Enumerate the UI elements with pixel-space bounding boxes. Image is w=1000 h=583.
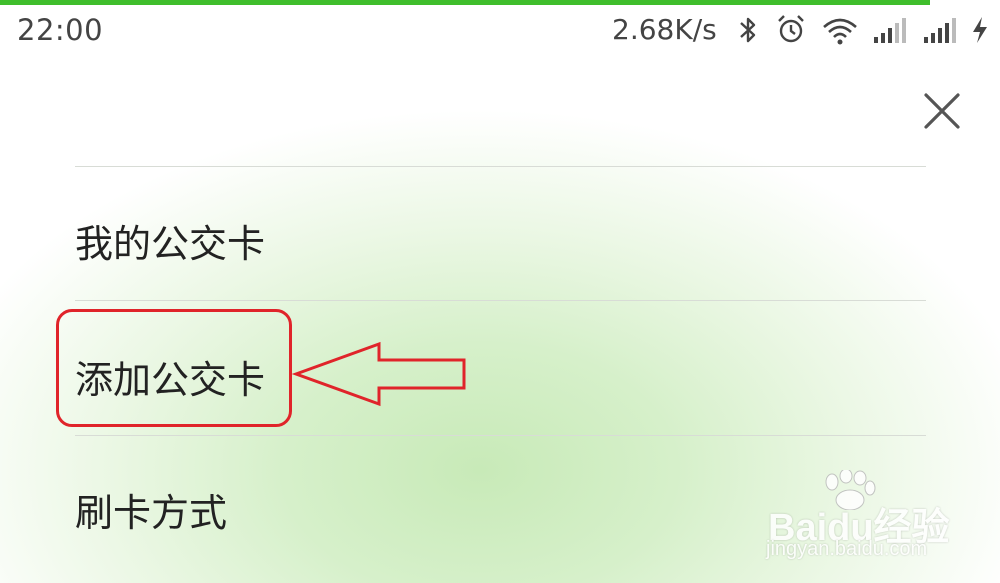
status-bar: 22:00 2.68K/s	[0, 5, 1000, 53]
alarm-icon	[778, 15, 804, 43]
watermark-url: jingyan.baidu.com	[766, 538, 928, 560]
charging-icon	[973, 17, 987, 43]
signal-icon	[924, 18, 956, 43]
bluetooth-icon	[740, 17, 756, 43]
annotation-arrow	[292, 341, 466, 407]
baidu-jingyan-watermark: Baidu经验 jingyan.baidu.com	[762, 470, 982, 570]
network-speed: 2.68K/s	[612, 13, 717, 46]
menu-item-label: 我的公交卡	[75, 222, 266, 266]
close-icon[interactable]	[921, 90, 963, 132]
menu-item-label: 刷卡方式	[75, 491, 228, 535]
status-time: 22:00	[17, 13, 104, 47]
annotation-highlight-box	[56, 309, 292, 427]
signal-icon	[874, 18, 906, 43]
menu-item-my-bus-card[interactable]: 我的公交卡	[75, 167, 926, 299]
wifi-icon	[823, 18, 857, 45]
